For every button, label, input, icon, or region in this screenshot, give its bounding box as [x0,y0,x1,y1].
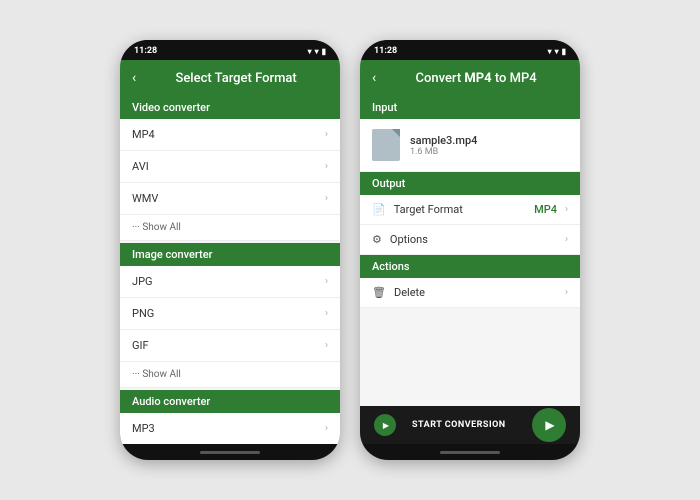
home-indicator-right [360,444,580,460]
section-header-image: Image converter [120,243,340,266]
left-top-bar: ‹ Select Target Format [120,60,340,96]
delete-label: Delete [394,286,557,299]
left-title: Select Target Format [144,71,328,86]
chevron-icon: › [325,423,328,434]
section-header-audio: Audio converter [120,390,340,413]
signal-icon: ▾ [555,47,559,56]
time-right: 11:28 [374,46,397,56]
home-bar [440,451,500,454]
chevron-icon: › [325,340,328,351]
section-header-actions: Actions [360,255,580,278]
left-content: Video converter MP4 › AVI › WMV › ··· Sh… [120,96,340,444]
chevron-icon: › [325,161,328,172]
battery-icon: ▮ [322,47,326,56]
file-info: sample3.mp4 1.6 MB [410,134,477,157]
start-conversion-bar[interactable]: ▶ START CONVERSION ▶ [360,406,580,444]
home-bar [200,451,260,454]
title-bold: MP4 [464,71,491,86]
list-item-mp3[interactable]: MP3 › [120,413,340,444]
left-phone: 11:28 ▾ ▾ ▮ ‹ Select Target Format Video… [120,40,340,460]
chevron-icon: › [325,276,328,287]
home-indicator-left [120,444,340,460]
input-file-row: sample3.mp4 1.6 MB [360,119,580,172]
status-bar-left: 11:28 ▾ ▾ ▮ [120,40,340,60]
start-conversion-label: START CONVERSION [412,420,506,430]
options-icon: ⚙ [372,233,382,246]
list-item-mp4[interactable]: MP4 › [120,119,340,151]
list-item-avi[interactable]: AVI › [120,151,340,183]
wifi-icon: ▾ [308,47,312,56]
right-content: Input sample3.mp4 1.6 MB Output 📄 Target… [360,96,580,406]
left-screen: ‹ Select Target Format Video converter M… [120,60,340,460]
right-phone: 11:28 ▾ ▾ ▮ ‹ Convert MP4 to MP4 Input s… [360,40,580,460]
chevron-icon: › [565,234,568,245]
signal-icon: ▾ [315,47,319,56]
time-left: 11:28 [134,46,157,56]
chevron-icon: › [565,287,568,298]
status-icons-left: ▾ ▾ ▮ [308,47,326,56]
filename: sample3.mp4 [410,134,477,147]
file-format-icon: 📄 [372,203,386,216]
target-format-value: MP4 [534,203,557,216]
wifi-icon: ▾ [548,47,552,56]
back-icon[interactable]: ‹ [372,70,376,86]
show-all-video[interactable]: ··· Show All [120,215,340,241]
section-header-output: Output [360,172,580,195]
play-button-large[interactable]: ▶ [532,408,566,442]
target-format-row[interactable]: 📄 Target Format MP4 › [360,195,580,225]
chevron-icon: › [565,204,568,215]
chevron-icon: › [325,193,328,204]
status-icons-right: ▾ ▾ ▮ [548,47,566,56]
filesize: 1.6 MB [410,147,477,157]
right-screen: ‹ Convert MP4 to MP4 Input sample3.mp4 1… [360,60,580,460]
target-format-label: Target Format [394,203,526,216]
play-button-small[interactable]: ▶ [374,414,396,436]
status-bar-right: 11:28 ▾ ▾ ▮ [360,40,580,60]
back-icon[interactable]: ‹ [132,70,136,86]
list-item-wmv[interactable]: WMV › [120,183,340,215]
file-icon [372,129,400,161]
options-label: Options [390,233,557,246]
chevron-icon: › [325,129,328,140]
right-title: Convert MP4 to MP4 [384,71,568,86]
list-item-png[interactable]: PNG › [120,298,340,330]
right-top-bar: ‹ Convert MP4 to MP4 [360,60,580,96]
list-item-gif[interactable]: GIF › [120,330,340,362]
battery-icon: ▮ [562,47,566,56]
list-item-jpg[interactable]: JPG › [120,266,340,298]
delete-row[interactable]: 🗑 Delete › [360,278,580,308]
section-header-input: Input [360,96,580,119]
show-all-image[interactable]: ··· Show All [120,362,340,388]
section-header-video: Video converter [120,96,340,119]
options-row[interactable]: ⚙ Options › [360,225,580,255]
trash-icon: 🗑 [372,286,386,299]
chevron-icon: › [325,308,328,319]
